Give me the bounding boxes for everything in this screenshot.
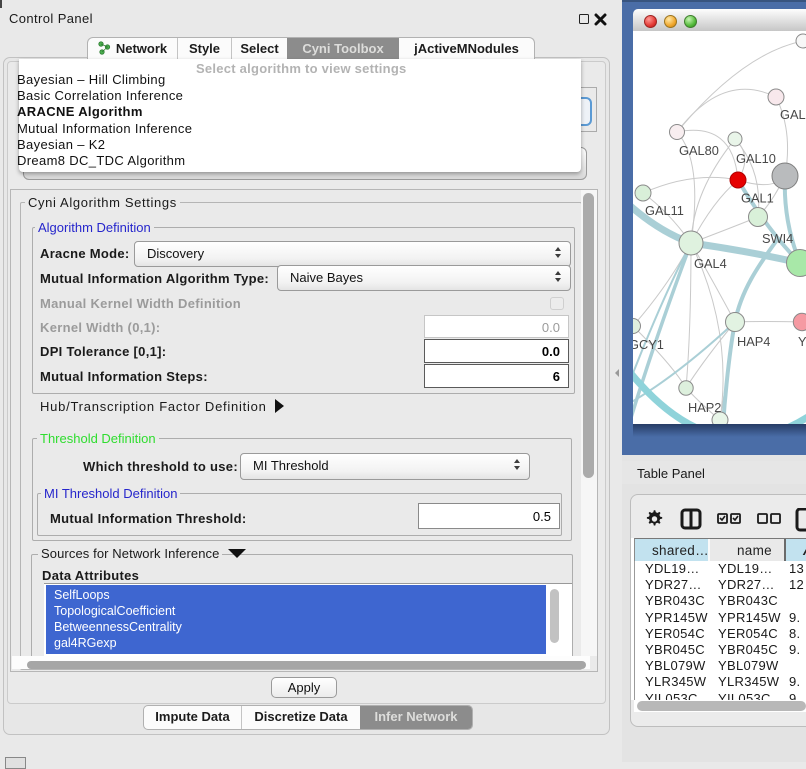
svg-text:YD: YD: [798, 334, 806, 349]
svg-text:GAL80: GAL80: [679, 143, 719, 158]
svg-text:GAL1: GAL1: [741, 191, 774, 206]
svg-text:HAP2: HAP2: [688, 400, 721, 415]
svg-text:GCY1: GCY1: [633, 337, 664, 352]
svg-text:HAP4: HAP4: [737, 334, 770, 349]
svg-text:GAL10: GAL10: [736, 151, 776, 166]
svg-text:GAL7: GAL7: [780, 107, 806, 122]
svg-text:GAL4: GAL4: [694, 256, 727, 271]
svg-text:SWI4: SWI4: [762, 231, 793, 246]
svg-text:GAL11: GAL11: [645, 203, 684, 218]
